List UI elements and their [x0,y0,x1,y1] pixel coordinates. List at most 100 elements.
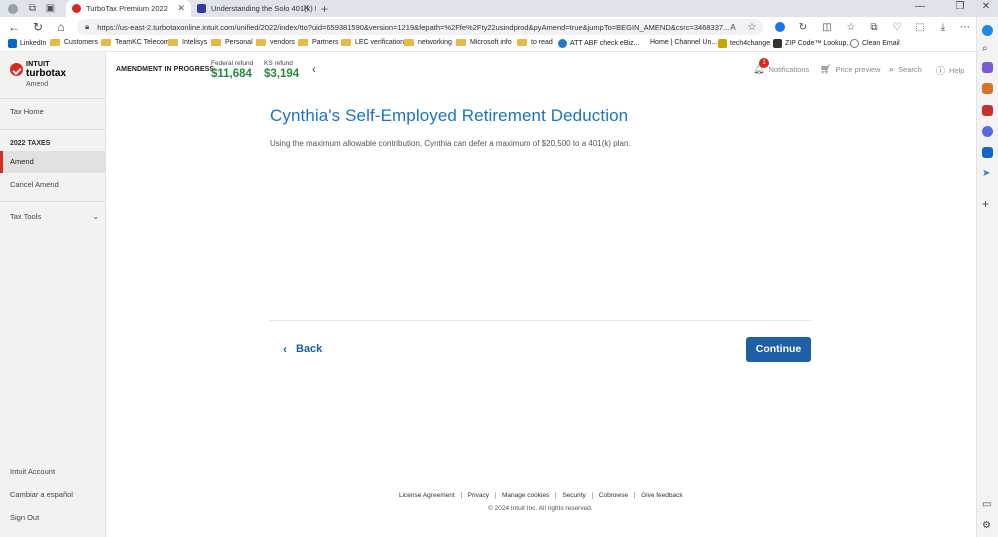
close-tab-icon[interactable]: ✕ [177,3,185,14]
sidebar-item-amend[interactable]: Amend [0,151,106,173]
settings-gear-icon[interactable]: ⚙ [982,520,993,531]
refresh-icon[interactable]: ↻ [31,20,45,34]
bookmark-microsoft-info[interactable]: Microsoft info [456,39,512,46]
page-body-text: Using the maximum allowable contribution… [270,139,631,148]
address-bar-row: ← ↻ ⌂ 🔒︎ https://us-east-2.turbotaxonlin… [0,17,998,37]
bookmark-networking[interactable]: networking [404,39,452,46]
favorites-icon[interactable]: ☆ [844,20,858,34]
copilot-icon[interactable] [982,25,993,36]
bookmark-label: ZIP Code™ Lookup... [785,40,853,47]
url-field[interactable]: 🔒︎ https://us-east-2.turbotaxonline.intu… [77,19,763,35]
bookmark-zip-code[interactable]: ZIP Code™ Lookup... [773,39,852,48]
profile-icon[interactable] [6,2,19,15]
main-content: Cynthia's Self-Employed Retirement Deduc… [270,106,811,148]
help-circle-icon: ⓘ [936,66,946,76]
more-menu-icon[interactable]: ⋯ [958,20,972,34]
bookmark-lec-verification[interactable]: LEC verification [341,39,404,46]
folder-icon [168,39,178,46]
bookmark-personal[interactable]: Personal [211,39,253,46]
tab-actions-icon[interactable]: ▣ [44,2,57,15]
browser-essentials-icon[interactable]: ♡ [890,20,904,34]
folder-icon [404,39,414,46]
outlook-icon[interactable] [982,147,993,158]
tab-turbotax[interactable]: TurboTax Premium 2022 ✕ [66,0,191,17]
sidebar-item-tax-home[interactable]: Tax Home [0,101,106,123]
sidebar-item-label: Amend [10,157,34,166]
sidebar-item-label: Sign Out [10,513,40,522]
collapse-refund-chevron-icon[interactable]: ‹ [312,62,316,76]
tab-title: TurboTax Premium 2022 [86,4,168,13]
split-screen-icon[interactable]: ◫ [820,20,834,34]
copyright-text: © 2024 Intuit Inc. All rights reserved. [488,505,593,512]
sidebar-divider [0,129,106,130]
logo-amend-text: Amend [26,81,49,88]
minimize-icon[interactable]: — [910,1,930,12]
search-label: Search [898,65,922,74]
close-window-icon[interactable]: ✕ [976,1,996,12]
bookmark-vendors[interactable]: vendors [256,39,295,46]
chevron-down-icon: ⌄ [92,212,99,221]
bookmark-label: Home | Channel Un... [650,39,718,46]
sidebar-item-tax-tools[interactable]: Tax Tools ⌄ [0,206,106,228]
continue-button[interactable]: Continue [746,337,811,362]
hide-sidebar-icon[interactable]: ▭ [982,499,993,510]
bookmark-clean-email[interactable]: Clean Email [850,39,900,48]
search-icon[interactable]: ⌕ [982,43,993,54]
bookmark-label: to read [531,39,553,46]
sidebar-item-intuit-account[interactable]: Intuit Account [0,461,106,483]
restore-icon[interactable]: ❐ [950,1,970,12]
federal-refund: Federal refund $11,684 [211,60,253,80]
sidebar-item-cambiar-espanol[interactable]: Cambiar a español [0,484,106,506]
bookmark-att[interactable]: ATT ABF check eBiz... [558,39,639,48]
downloads-icon[interactable]: ⤓ [936,20,950,34]
games-icon[interactable] [982,105,993,116]
tab-solo-401k[interactable]: Understanding the Solo 401(k) E ✕ [191,0,316,17]
cart-icon: 🛒︎ [820,64,832,74]
extension-icon[interactable] [773,20,787,34]
bookmark-partners[interactable]: Partners [298,39,338,46]
footer-link-privacy[interactable]: Privacy [460,492,495,499]
state-refund: KS refund $3,194 [264,60,299,80]
home-icon[interactable]: ⌂ [54,20,68,34]
bookmark-label: vendors [270,39,295,46]
bookmark-teamkc[interactable]: TeamKC Telecom [101,39,170,46]
bookmark-label: LinkedIn [20,40,47,47]
sidebar-item-label: Tax Home [10,107,44,116]
bookmark-linkedin[interactable]: LinkedIn [8,39,46,48]
read-aloud-icon[interactable]: A [726,20,740,34]
extensions-icon[interactable]: ⬚ [913,20,927,34]
sidebar-item-sign-out[interactable]: Sign Out [0,507,106,529]
close-tab-icon[interactable]: ✕ [302,3,310,14]
favorite-star-icon[interactable]: ☆ [745,20,759,34]
bookmark-intelisys[interactable]: Intelisys [168,39,207,46]
notification-count-badge: 1 [759,58,769,68]
microsoft365-icon[interactable] [982,126,993,137]
shopping-icon[interactable] [982,62,993,73]
help-button[interactable]: ⓘ Help [936,64,964,77]
bookmark-tech4change[interactable]: tech4change [718,39,770,48]
search-button[interactable]: ⌕ Search [889,64,922,75]
footer-link-cookies[interactable]: Manage cookies [494,492,555,499]
bookmark-customers[interactable]: Customers [50,39,98,46]
logo-turbotax-text: turbotax [26,68,66,79]
workspaces-icon[interactable]: ⧉ [26,2,39,15]
back-arrow-icon[interactable]: ← [7,20,21,34]
sidebar-item-cancel-amend[interactable]: Cancel Amend [0,174,106,196]
collections-icon[interactable]: ⧉ [867,20,881,34]
drop-icon[interactable]: ➤ [982,168,993,179]
new-tab-icon[interactable]: + [318,2,331,16]
footer-link-cobrowse[interactable]: Cobrowse [591,492,634,499]
tools-icon[interactable] [982,83,993,94]
refresh-extension-icon[interactable]: ↻ [796,20,810,34]
price-preview-button[interactable]: 🛒︎ Price preview [820,64,880,75]
bookmark-channel[interactable]: Home | Channel Un... [650,39,717,46]
bookmark-to-read[interactable]: to read [517,39,553,46]
sidebar-item-label: Tax Tools [10,212,42,221]
notifications-label: Notifications [768,65,810,74]
back-button[interactable]: ‹ Back [283,342,322,356]
add-icon[interactable]: + [982,198,993,210]
footer-link-security[interactable]: Security [555,492,591,499]
footer-link-feedback[interactable]: Give feedback [634,492,689,499]
footer-link-license[interactable]: License Agreement [399,492,461,499]
footer-links: License Agreement Privacy Manage cookies… [399,492,689,499]
